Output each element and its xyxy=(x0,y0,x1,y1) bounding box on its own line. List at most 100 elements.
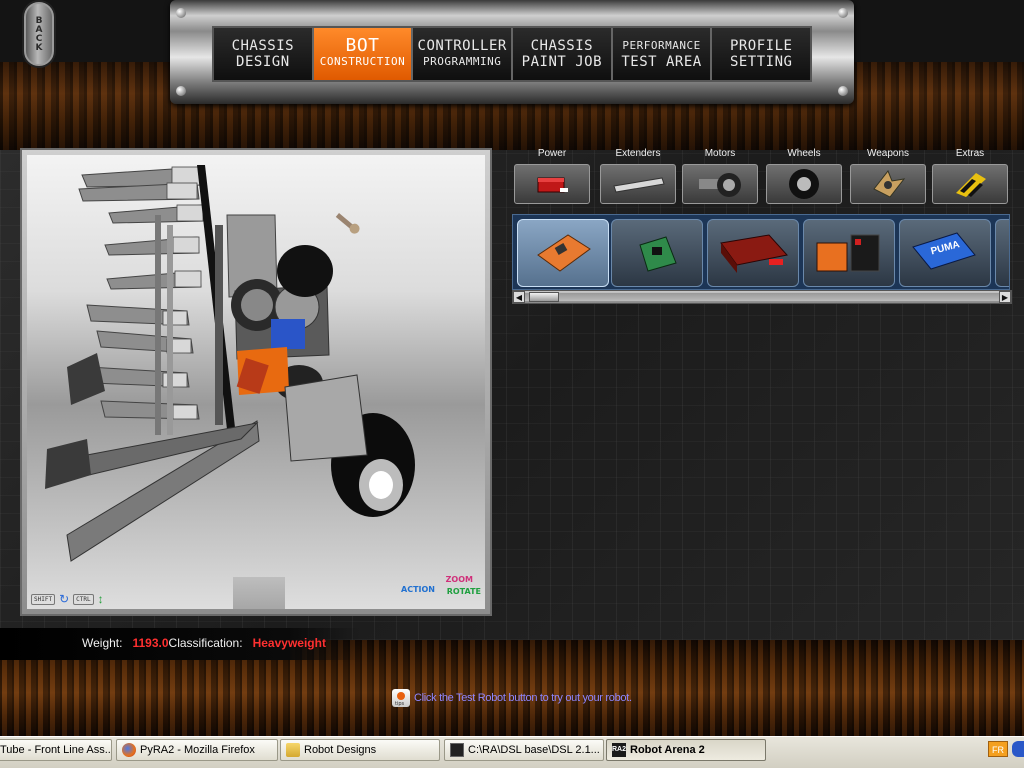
extras-stripes-icon xyxy=(932,164,1008,204)
tab-chassis-design[interactable]: CHASSIS DESIGN xyxy=(214,28,314,80)
classification-value: Heavyweight xyxy=(252,636,326,650)
taskbar-item-robot-designs[interactable]: Robot Designs xyxy=(280,739,440,761)
category-weapons[interactable]: Weapons xyxy=(848,146,928,208)
back-button[interactable]: BACK xyxy=(24,2,54,66)
shift-key-hint: SHIFT xyxy=(31,593,56,605)
tab-line1: PERFORMANCE xyxy=(622,39,701,52)
part-twin-battery[interactable] xyxy=(803,219,895,287)
top-nav-frame: CHASSIS DESIGN BOT CONSTRUCTION CONTROLL… xyxy=(170,0,854,104)
category-extenders[interactable]: Extenders xyxy=(598,146,678,208)
category-label: Weapons xyxy=(866,148,910,159)
controller-board-icon xyxy=(537,234,591,272)
part-partial[interactable] xyxy=(995,219,1009,287)
tray-show-icon[interactable] xyxy=(1012,741,1024,757)
extender-bar-icon xyxy=(600,164,676,204)
ctrl-key-hint: CTRL xyxy=(73,593,94,605)
twin-battery-icon xyxy=(816,234,880,272)
tab-line1: PROFILE xyxy=(729,38,793,54)
category-label: Power xyxy=(537,148,567,159)
weight-label: Weight: xyxy=(82,636,123,650)
taskbar-item-label: C:\RA\DSL base\DSL 2.1... xyxy=(468,744,600,756)
tips-icon: tips xyxy=(392,689,410,707)
taskbar-item-label: Robot Arena 2 xyxy=(630,744,705,756)
taskbar-item-label: Robot Designs xyxy=(304,744,377,756)
tip-text: Click the Test Robot button to try out y… xyxy=(414,692,632,704)
language-indicator[interactable]: FR xyxy=(988,741,1008,757)
robot-viewport-frame: SHIFT ↻ CTRL ↕ ZOOM ACTION ROTATE xyxy=(20,148,492,616)
firefox-icon xyxy=(122,743,136,757)
tab-line1: CHASSIS xyxy=(231,38,295,54)
part-orange-controller[interactable] xyxy=(517,219,609,287)
category-power[interactable]: Power xyxy=(512,146,592,208)
part-puma-battery[interactable]: PUMA xyxy=(899,219,991,287)
motor-icon xyxy=(682,164,758,204)
taskbar-item-label: Tube - Front Line Ass... xyxy=(0,744,112,756)
weight-value: 1193.0 xyxy=(132,636,169,650)
tab-line2: TEST AREA xyxy=(621,54,702,70)
battery-icon xyxy=(514,164,590,204)
viewport-controls: SHIFT ↻ CTRL ↕ xyxy=(31,593,104,605)
top-nav: CHASSIS DESIGN BOT CONSTRUCTION CONTROLL… xyxy=(212,26,812,82)
robot-3d-viewport[interactable]: SHIFT ↻ CTRL ↕ ZOOM ACTION ROTATE xyxy=(27,155,485,609)
tab-line2: DESIGN xyxy=(236,54,290,70)
bolt-icon xyxy=(838,8,848,18)
back-button-label: BACK xyxy=(34,16,44,52)
part-category-row: Power Extenders Motors Wheels Weapons Ex… xyxy=(512,146,1024,208)
scroll-right-icon[interactable]: ▶ xyxy=(999,291,1011,303)
part-green-circuit-board[interactable] xyxy=(611,219,703,287)
tab-chassis-paint-job[interactable]: CHASSIS PAINT JOB xyxy=(513,28,613,80)
battery-pack-icon xyxy=(720,234,788,273)
taskbar-item-robot-arena-2[interactable]: RA2 Robot Arena 2 xyxy=(606,739,766,761)
bolt-icon xyxy=(838,86,848,96)
parts-scrollbar[interactable]: ◀ ▶ xyxy=(512,290,1012,304)
parts-strip: PUMA xyxy=(512,214,1010,290)
robot-model xyxy=(45,165,415,562)
tab-profile-setting[interactable]: PROFILE SETTING xyxy=(712,28,811,80)
action-label: ACTION xyxy=(401,585,435,594)
part-preview-thumb xyxy=(233,577,285,609)
category-label: Extras xyxy=(955,148,985,159)
tab-line1: CONTROLLER xyxy=(417,38,507,54)
ra2-icon: RA2 xyxy=(612,743,626,757)
windows-taskbar: Tube - Front Line Ass... PyRA2 - Mozilla… xyxy=(0,736,1024,768)
wheel-icon xyxy=(766,164,842,204)
folder-icon xyxy=(286,743,300,757)
robot-stats: Weight: 1193.0Classification: Heavyweigh… xyxy=(82,636,326,650)
weapon-blade-icon xyxy=(850,164,926,204)
taskbar-item-console[interactable]: C:\RA\DSL base\DSL 2.1... xyxy=(444,739,604,761)
tab-performance-test-area[interactable]: PERFORMANCE TEST AREA xyxy=(612,28,713,80)
category-label: Motors xyxy=(704,148,736,159)
camera-widget[interactable]: ZOOM ACTION ROTATE xyxy=(401,575,481,603)
category-wheels[interactable]: Wheels xyxy=(764,146,844,208)
circuit-board-icon xyxy=(639,236,677,272)
scroll-track[interactable] xyxy=(525,293,999,301)
taskbar-item-firefox[interactable]: PyRA2 - Mozilla Firefox xyxy=(116,739,278,761)
tab-line1: BOT xyxy=(345,35,380,56)
rotate-arrow-icon: ↻ xyxy=(59,592,70,606)
scroll-thumb[interactable] xyxy=(529,292,559,302)
category-motors[interactable]: Motors xyxy=(680,146,760,208)
tip-bar: tips Click the Test Robot button to try … xyxy=(392,689,632,707)
classification-label: Classification: xyxy=(168,636,243,650)
category-label: Extenders xyxy=(615,148,661,159)
tab-line2: CONSTRUCTION xyxy=(319,55,406,68)
puma-battery-icon: PUMA xyxy=(912,232,976,270)
tab-bot-construction[interactable]: BOT CONSTRUCTION xyxy=(313,28,414,80)
taskbar-item-youtube[interactable]: Tube - Front Line Ass... xyxy=(0,739,112,761)
bolt-icon xyxy=(176,86,186,96)
tab-line2: PROGRAMMING xyxy=(423,55,502,68)
bolt-icon xyxy=(176,8,186,18)
tips-icon-label: tips xyxy=(395,701,405,706)
console-icon xyxy=(450,743,464,757)
rotate-label: ROTATE xyxy=(446,587,481,596)
tab-line2: PAINT JOB xyxy=(521,54,603,70)
taskbar-item-label: PyRA2 - Mozilla Firefox xyxy=(140,744,255,756)
category-extras[interactable]: Extras xyxy=(930,146,1010,208)
part-red-battery-pack[interactable] xyxy=(707,219,799,287)
scroll-left-icon[interactable]: ◀ xyxy=(513,291,525,303)
tab-line2: SETTING xyxy=(729,54,793,70)
tab-line1: CHASSIS xyxy=(530,38,594,54)
tab-controller-programming[interactable]: CONTROLLER PROGRAMMING xyxy=(413,28,514,80)
category-label: Wheels xyxy=(787,148,821,159)
zoom-label: ZOOM xyxy=(445,575,473,584)
